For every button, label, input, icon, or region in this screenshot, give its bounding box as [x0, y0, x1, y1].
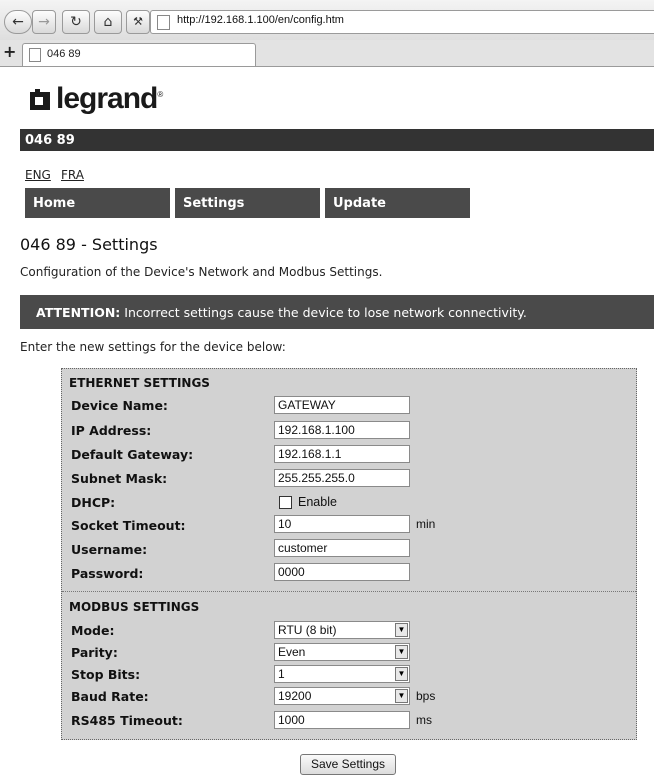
parity-select[interactable]: Even ▼: [274, 643, 410, 661]
mode-select[interactable]: RTU (8 bit) ▼: [274, 621, 410, 639]
chevron-down-icon[interactable]: ▼: [395, 689, 408, 703]
reload-icon[interactable]: ↻: [62, 10, 90, 34]
legrand-logo-icon: [30, 89, 50, 110]
lang-eng-link[interactable]: ENG: [25, 168, 51, 182]
ip-address-input[interactable]: 192.168.1.100: [274, 421, 410, 439]
password-label: Password:: [71, 566, 144, 581]
nav-home[interactable]: Home: [25, 188, 170, 218]
rs485-timeout-unit: ms: [416, 713, 432, 727]
username-input[interactable]: customer: [274, 539, 410, 557]
ip-address-label: IP Address:: [71, 423, 152, 438]
password-input[interactable]: 0000: [274, 563, 410, 581]
baud-rate-value: 19200: [278, 689, 312, 703]
attention-banner: ATTENTION: Incorrect settings cause the …: [20, 295, 654, 329]
url-text: http://192.168.1.100/en/config.htm: [177, 14, 344, 26]
tab-active[interactable]: 046 89: [22, 43, 256, 66]
stop-bits-select[interactable]: 1 ▼: [274, 665, 410, 683]
page-icon: [29, 48, 41, 62]
save-settings-button[interactable]: Save Settings: [300, 754, 396, 775]
attention-label: ATTENTION:: [36, 305, 121, 320]
section-divider: [62, 591, 636, 592]
socket-timeout-input[interactable]: 10: [274, 515, 410, 533]
instruction-text: Enter the new settings for the device be…: [20, 340, 286, 354]
chevron-down-icon[interactable]: ▼: [395, 645, 408, 659]
gateway-label: Default Gateway:: [71, 447, 194, 462]
lang-fra-link[interactable]: FRA: [61, 168, 84, 182]
mode-label: Mode:: [71, 623, 115, 638]
gateway-input[interactable]: 192.168.1.1: [274, 445, 410, 463]
page-description: Configuration of the Device's Network an…: [20, 265, 383, 279]
chevron-down-icon[interactable]: ▼: [395, 623, 408, 637]
modbus-section-title: MODBUS SETTINGS: [69, 600, 200, 614]
parity-value: Even: [278, 645, 306, 659]
new-tab-button[interactable]: +: [3, 43, 16, 61]
dhcp-option-label: Enable: [298, 495, 337, 509]
nav-settings-label: Settings: [183, 196, 245, 211]
parity-label: Parity:: [71, 645, 118, 660]
attention-text: Incorrect settings cause the device to l…: [120, 305, 527, 320]
baud-rate-select[interactable]: 19200 ▼: [274, 687, 410, 705]
rs485-timeout-label: RS485 Timeout:: [71, 713, 183, 728]
nav-settings[interactable]: Settings: [175, 188, 320, 218]
tab-strip: + 046 89: [0, 40, 654, 67]
model-bar: 046 89: [20, 129, 654, 151]
nav-update-label: Update: [333, 196, 386, 211]
stop-bits-value: 1: [278, 667, 285, 681]
ethernet-section-title: ETHERNET SETTINGS: [69, 376, 210, 390]
stop-bits-label: Stop Bits:: [71, 667, 141, 682]
logo-text: legrand: [56, 82, 158, 115]
logo: legrand®: [56, 82, 163, 115]
forward-arrow-icon[interactable]: →: [32, 10, 56, 34]
home-icon[interactable]: ⌂: [94, 10, 122, 34]
chevron-down-icon[interactable]: ▼: [395, 667, 408, 681]
page-title: 046 89 - Settings: [20, 235, 158, 254]
wrench-icon[interactable]: ⚒: [126, 10, 150, 34]
nav-home-label: Home: [33, 196, 76, 211]
address-bar[interactable]: http://192.168.1.100/en/config.htm: [150, 10, 654, 34]
mode-value: RTU (8 bit): [278, 623, 337, 637]
username-label: Username:: [71, 542, 148, 557]
dhcp-label: DHCP:: [71, 495, 116, 510]
nav-update[interactable]: Update: [325, 188, 470, 218]
socket-timeout-label: Socket Timeout:: [71, 518, 186, 533]
dhcp-checkbox[interactable]: [279, 496, 292, 509]
device-name-label: Device Name:: [71, 398, 168, 413]
baud-rate-label: Baud Rate:: [71, 689, 149, 704]
device-name-input[interactable]: GATEWAY: [274, 396, 410, 414]
browser-toolbar: ← → ↻ ⌂ ⚒ http://192.168.1.100/en/config…: [0, 0, 654, 41]
tab-title: 046 89: [47, 48, 81, 60]
page-icon: [157, 15, 170, 30]
baud-rate-unit: bps: [416, 689, 436, 703]
back-arrow-icon[interactable]: ←: [4, 10, 32, 34]
subnet-input[interactable]: 255.255.255.0: [274, 469, 410, 487]
subnet-label: Subnet Mask:: [71, 471, 168, 486]
rs485-timeout-input[interactable]: 1000: [274, 711, 410, 729]
socket-timeout-unit: min: [416, 517, 436, 531]
model-label: 046 89: [25, 133, 75, 148]
